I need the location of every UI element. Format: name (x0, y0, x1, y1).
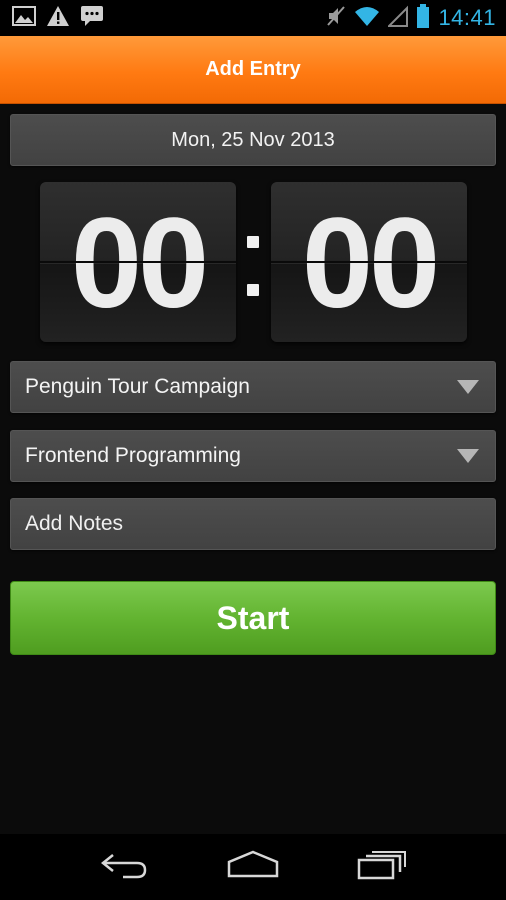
home-button[interactable] (223, 847, 283, 887)
page-title: Add Entry (205, 58, 301, 80)
minutes-digits: 00 (301, 192, 440, 335)
wifi-icon (354, 5, 380, 31)
back-icon (99, 851, 149, 883)
start-button[interactable]: Start (10, 581, 496, 655)
mute-icon (326, 5, 346, 31)
back-button[interactable] (94, 847, 154, 887)
recent-apps-button[interactable] (352, 847, 412, 887)
project-dropdown[interactable]: Penguin Tour Campaign (10, 361, 496, 413)
project-dropdown-value: Penguin Tour Campaign (25, 375, 250, 398)
task-dropdown[interactable]: Frontend Programming (10, 430, 496, 482)
hours-digits: 00 (70, 192, 209, 335)
screen: 14:41 Add Entry Mon, 25 Nov 2013 00 00 P… (0, 0, 506, 900)
warning-icon (46, 5, 70, 31)
notes-input[interactable] (25, 512, 481, 536)
task-dropdown-value: Frontend Programming (25, 444, 241, 467)
navigation-bar (0, 834, 506, 900)
recent-apps-icon (356, 850, 408, 884)
image-icon (12, 6, 36, 30)
home-icon (226, 850, 280, 884)
action-bar: Add Entry (0, 36, 506, 104)
time-separator (246, 236, 260, 296)
status-bar: 14:41 (0, 0, 506, 36)
notes-field[interactable] (10, 498, 496, 550)
date-text: Mon, 25 Nov 2013 (171, 128, 335, 151)
status-time: 14:41 (438, 5, 496, 30)
minutes-flip-display[interactable]: 00 (271, 182, 467, 342)
battery-icon (416, 4, 430, 32)
hours-flip-display[interactable]: 00 (40, 182, 236, 342)
dropdown-arrow-icon (457, 380, 479, 394)
dropdown-arrow-icon (457, 449, 479, 463)
date-picker-button[interactable]: Mon, 25 Nov 2013 (10, 114, 496, 166)
start-button-label: Start (216, 599, 290, 636)
message-icon (80, 5, 104, 31)
signal-icon (387, 5, 409, 31)
